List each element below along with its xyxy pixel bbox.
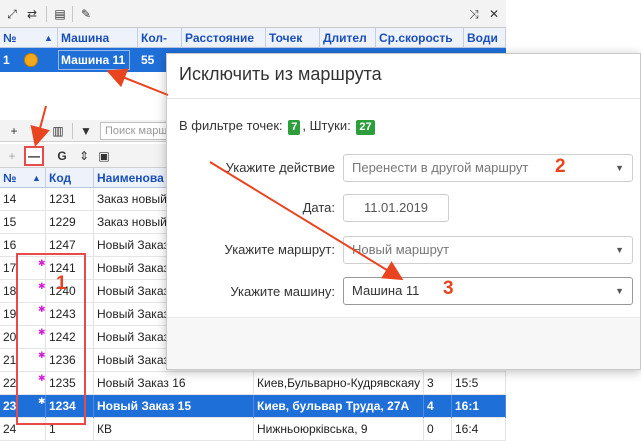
filter-summary: В фильтре точек: 7, Штуки: 27 [179, 118, 377, 135]
dialog-title: Исключить из маршрута [179, 64, 382, 84]
toolbar-divider [72, 123, 73, 139]
chevron-down-icon: ▼ [615, 163, 624, 173]
filter-icon[interactable]: ▼ [78, 123, 94, 139]
action-label: Укажите действие [225, 160, 335, 175]
order-name: Новый Заказ 16 [94, 372, 254, 395]
col-points[interactable]: Точек [266, 28, 320, 48]
col-order-name[interactable]: Наименова [94, 168, 170, 188]
selected-rows-outline [16, 253, 86, 425]
route-machine: Машина 11 [61, 53, 126, 67]
col-machine[interactable]: Машина [58, 28, 138, 48]
order-code: 1231 [46, 188, 94, 211]
route-select[interactable]: Новый маршрут ▼ [343, 236, 633, 264]
order-code: 1229 [46, 211, 94, 234]
col-avg-speed[interactable]: Ср.скорость [376, 28, 464, 48]
toolbar-divider [72, 6, 73, 22]
routes-table-header: № ▲ Машина Кол- Расстояние Точек Длител С… [0, 28, 506, 48]
exclude-point-button[interactable]: — [24, 146, 44, 166]
add-point-icon[interactable]: + [4, 148, 20, 164]
order-address: Киев, бульвар Труда, 27А [254, 395, 424, 418]
app-window: ⤢ ⇄ ▤ ✎ ⤨ ✕ № ▲ Машина Кол- Расстояние То… [0, 0, 641, 444]
orders-search-input[interactable]: Поиск марш [100, 122, 170, 140]
arrows-icon[interactable]: ⤢ [4, 6, 20, 22]
col-order-code[interactable]: Код [46, 168, 94, 188]
filter-separator: , Штуки: [302, 118, 351, 133]
chevron-down-icon: ▼ [615, 286, 624, 296]
order-address: Нижньоюрківська, 9 [254, 418, 424, 441]
action-value: Перенести в другой маршрут [352, 160, 529, 175]
dialog-header: Исключить из маршрута [167, 54, 640, 99]
col-driver[interactable]: Води [464, 28, 506, 48]
date-label: Дата: [302, 200, 335, 215]
machine-select[interactable]: Машина 11 ▼ [343, 277, 633, 305]
order-time: 16:4 [452, 418, 506, 441]
exclude-route-dialog: Исключить из маршрута В фильтре точек: 7… [166, 53, 641, 370]
close-icon[interactable]: ✕ [486, 6, 502, 22]
order-points: 3 [424, 372, 452, 395]
order-time: 15:5 [452, 372, 506, 395]
order-name: КВ [94, 418, 254, 441]
orders-points-toolbar: + — G ⇕ ▣ [0, 144, 170, 168]
swap-icon[interactable]: ⇄ [24, 6, 40, 22]
machine-label: Укажите машину: [230, 284, 335, 299]
col-count[interactable]: Кол- [138, 28, 182, 48]
chevron-down-icon: ▼ [615, 245, 624, 255]
order-num: 14 [0, 188, 46, 211]
sort-asc-icon: ▲ [32, 173, 41, 183]
col-distance[interactable]: Расстояние [182, 28, 266, 48]
order-num: 15 [0, 211, 46, 234]
col-duration[interactable]: Длител [320, 28, 376, 48]
route-count: 55 [141, 53, 155, 67]
annotation-mark-1: 1 [56, 273, 67, 294]
annotation-mark-2: 2 [555, 156, 566, 177]
trash-icon[interactable]: ▥ [50, 123, 66, 139]
print-icon[interactable]: ▤ [52, 6, 68, 22]
lock-icon[interactable]: ▣ [96, 148, 112, 164]
routes-toolbar: ⤢ ⇄ ▤ ✎ ⤨ ✕ [0, 0, 506, 28]
toolbar-divider [46, 6, 47, 22]
action-select[interactable]: Перенести в другой маршрут ▼ [343, 154, 633, 182]
order-address: Киев,Бульварно-Кудрявскаяу [254, 372, 424, 395]
route-num: 1 [3, 53, 10, 67]
add-icon[interactable]: + [6, 123, 22, 139]
machine-value: Машина 11 [352, 283, 420, 298]
filter-pieces-badge: 27 [356, 120, 375, 135]
sort-updown-icon[interactable]: ⇕ [76, 148, 92, 164]
g-button[interactable]: G [54, 148, 70, 164]
route-label: Укажите маршрут: [224, 242, 335, 257]
order-name: Новый Заказ 15 [94, 395, 254, 418]
filter-prefix: В фильтре точек: [179, 118, 283, 133]
route-marker-icon [24, 53, 38, 67]
col-num[interactable]: № ▲ [0, 28, 58, 48]
order-points: 4 [424, 395, 452, 418]
order-time: 16:1 [452, 395, 506, 418]
wrench-icon[interactable]: ✎ [78, 6, 94, 22]
orders-toolbar: + ✎ ▥ ▼ Поиск марш [0, 120, 170, 142]
dialog-footer [167, 317, 640, 369]
filter-points-badge: 7 [288, 120, 301, 135]
date-input[interactable]: 11.01.2019 [343, 194, 449, 222]
edit-icon[interactable]: ✎ [28, 123, 44, 139]
order-points: 0 [424, 418, 452, 441]
col-order-num[interactable]: № ▲ [0, 168, 46, 188]
shuffle-icon[interactable]: ⤨ [466, 6, 482, 22]
sort-asc-icon: ▲ [44, 33, 53, 43]
arrow-to-machine-cell [106, 68, 169, 96]
annotation-mark-3: 3 [443, 278, 454, 299]
route-value: Новый маршрут [352, 242, 450, 257]
